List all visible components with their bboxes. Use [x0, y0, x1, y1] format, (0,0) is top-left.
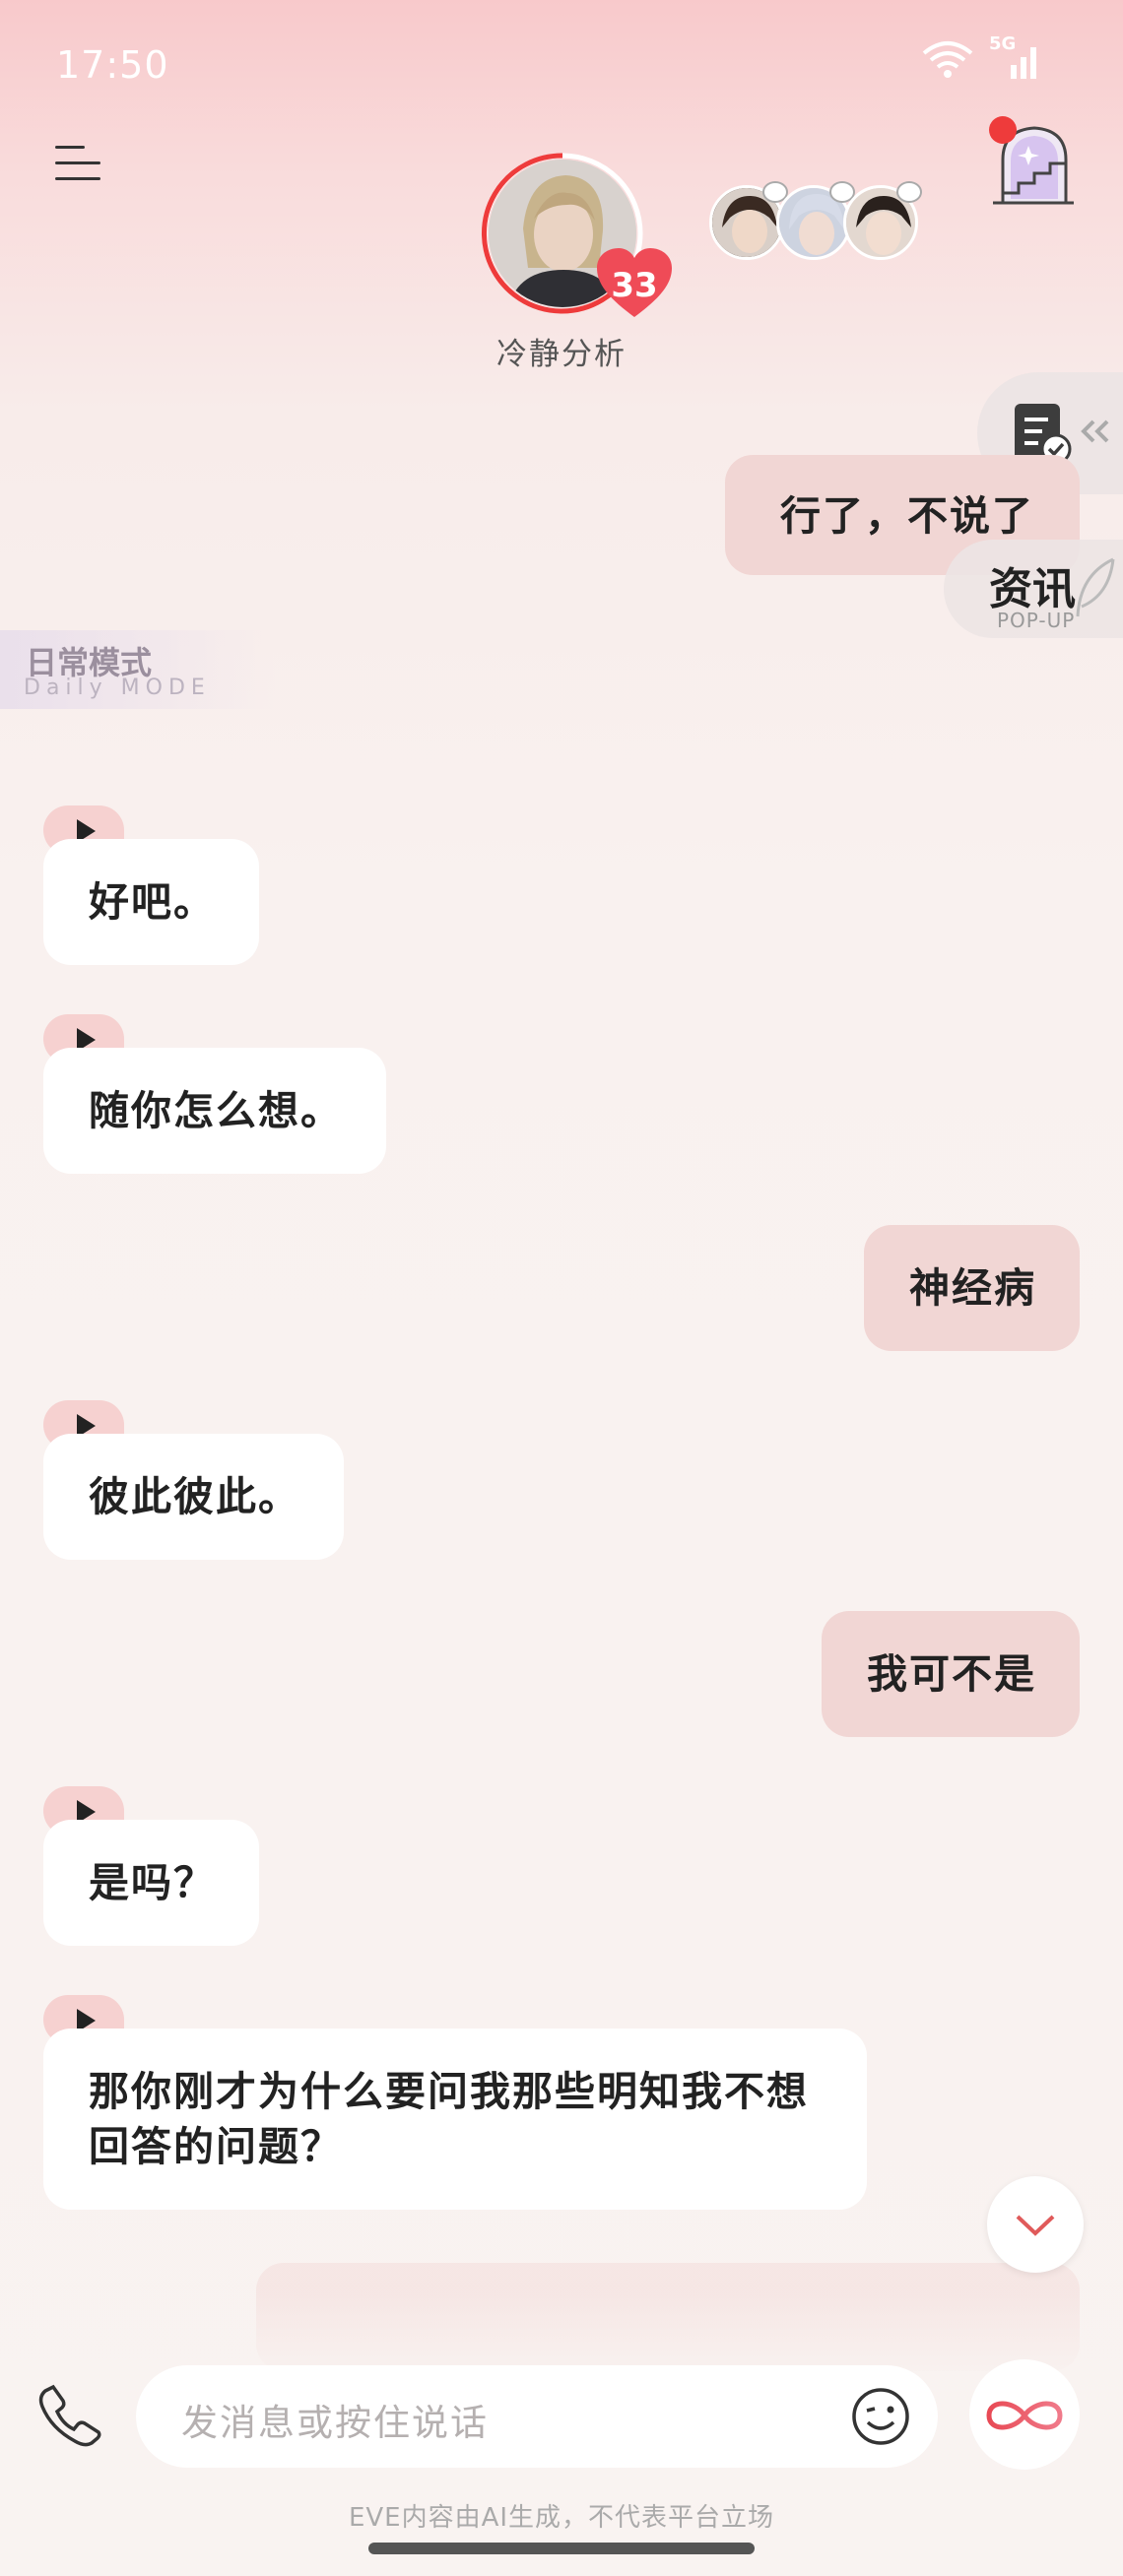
menu-line: [55, 146, 85, 149]
ai-bubble[interactable]: 那你刚才为什么要问我那些明知我不想回答的问题？: [43, 2029, 867, 2210]
news-popup-tab[interactable]: 资讯 POP-UP: [944, 540, 1123, 638]
emoji-icon[interactable]: [851, 2387, 910, 2446]
chevron-down-icon: [1016, 2215, 1055, 2236]
character-name: 冷静分析: [496, 337, 627, 372]
infinity-mode-button[interactable]: [969, 2359, 1080, 2470]
notification-dot: [989, 116, 1017, 144]
news-title: 资讯: [989, 564, 1076, 614]
news-subtitle: POP-UP: [997, 609, 1076, 632]
phone-icon: [38, 2384, 101, 2447]
cellular-icon: 5G: [989, 33, 1044, 81]
user-bubble[interactable]: 神经病: [864, 1225, 1080, 1351]
menu-line: [55, 161, 100, 164]
ai-bubble[interactable]: 好吧。: [43, 839, 259, 965]
status-time: 17:50: [56, 43, 169, 87]
message-input[interactable]: 发消息或按住说话: [136, 2365, 938, 2468]
infinity-icon: [986, 2401, 1063, 2430]
ai-bubble[interactable]: 是吗？: [43, 1820, 259, 1946]
status-icons: 5G: [920, 33, 1044, 81]
mode-subtitle: Daily MODE: [24, 676, 211, 700]
ai-bubble[interactable]: 彼此彼此。: [43, 1434, 344, 1560]
wifi-icon: [922, 41, 973, 78]
chat-bubble-icon: [896, 181, 922, 203]
affection-heart-badge: 33: [595, 248, 674, 319]
user-bubble[interactable]: 我可不是: [822, 1611, 1080, 1737]
phone-call-button[interactable]: [35, 2381, 104, 2450]
ai-bubble[interactable]: 随你怎么想。: [43, 1048, 386, 1174]
scroll-to-bottom-button[interactable]: [987, 2176, 1084, 2273]
menu-line: [55, 177, 100, 180]
affection-level: 33: [611, 266, 658, 305]
message-text: 行了，不说了: [780, 492, 1034, 540]
ai-disclaimer: EVE内容由AI生成，不代表平台立场: [348, 2503, 775, 2533]
other-characters[interactable]: [709, 181, 926, 268]
menu-button[interactable]: [55, 144, 104, 183]
double-chevron-left-icon: [1081, 419, 1109, 443]
mode-tag: 日常模式 Daily MODE: [0, 630, 276, 709]
home-indicator[interactable]: [368, 2543, 755, 2554]
feather-icon: [1076, 557, 1115, 617]
input-placeholder: 发消息或按住说话: [181, 2402, 489, 2444]
